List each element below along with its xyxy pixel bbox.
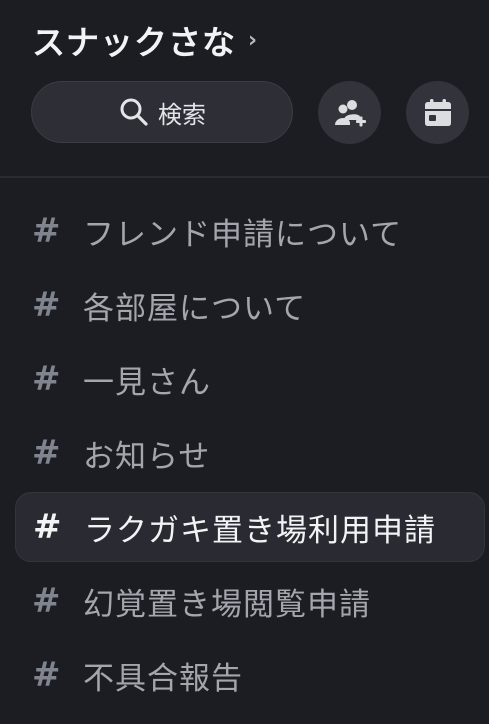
channel-name: フレンド申請について: [83, 216, 403, 253]
channel-name: お知らせ: [83, 438, 211, 475]
channel-newcomers[interactable]: # 一見さん: [15, 344, 485, 414]
divider: [0, 176, 489, 178]
hashtag-icon: #: [32, 359, 61, 399]
channel-name: 各部屋について: [83, 290, 307, 327]
hashtag-icon: #: [32, 655, 61, 695]
channel-announcements[interactable]: # お知らせ: [15, 418, 485, 488]
channel-name: 幻覚置き場閲覧申請: [83, 586, 371, 623]
channel-name: ラクガキ置き場利用申請: [84, 512, 436, 549]
channel-doodle-request[interactable]: # ラクガキ置き場利用申請: [15, 492, 485, 562]
channel-name: 不具合報告: [83, 660, 243, 697]
search-icon: [120, 98, 148, 126]
invite-members-button[interactable]: [318, 81, 381, 144]
hashtag-icon: #: [32, 433, 61, 473]
channel-friend-request[interactable]: # フレンド申請について: [15, 196, 485, 266]
server-header[interactable]: スナックさな ›: [32, 18, 257, 62]
server-name: スナックさな: [32, 23, 236, 62]
chevron-right-icon: ›: [248, 27, 258, 53]
channel-about-rooms[interactable]: # 各部屋について: [15, 270, 485, 340]
channel-bug-report[interactable]: # 不具合報告: [15, 640, 485, 710]
hashtag-icon: #: [32, 211, 61, 251]
add-member-icon: [334, 99, 366, 126]
channel-illusion-view-request[interactable]: # 幻覚置き場閲覧申請: [15, 566, 485, 636]
channel-name: 一見さん: [83, 364, 211, 401]
hashtag-icon: #: [32, 581, 61, 621]
events-button[interactable]: [406, 81, 469, 144]
hashtag-icon: #: [33, 507, 62, 547]
calendar-icon: [424, 98, 451, 126]
hashtag-icon: #: [32, 285, 61, 325]
search-label: 検索: [158, 100, 206, 129]
search-button[interactable]: 検索: [31, 81, 293, 143]
